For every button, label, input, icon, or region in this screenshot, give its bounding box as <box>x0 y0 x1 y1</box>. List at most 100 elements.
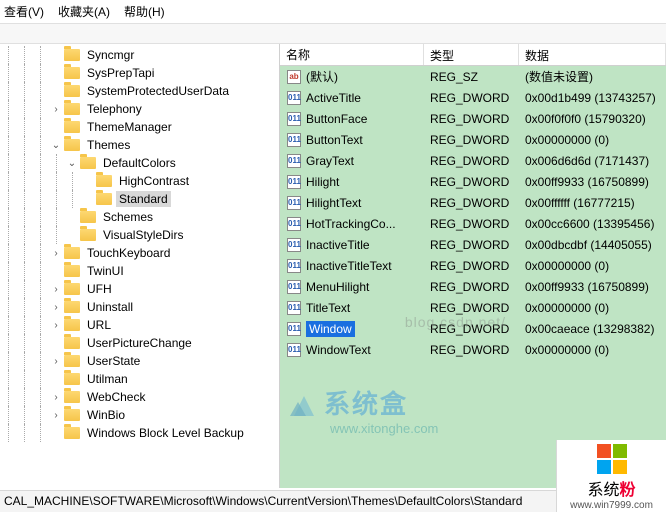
value-row[interactable]: 011HilightTextREG_DWORD0x00ffffff (16777… <box>280 192 666 213</box>
value-row[interactable]: 011ButtonFaceREG_DWORD0x00f0f0f0 (157903… <box>280 108 666 129</box>
tree-item-themes[interactable]: ⌄Themes <box>0 136 279 154</box>
folder-icon <box>64 265 80 277</box>
tree-item-syspreptapi[interactable]: SysPrepTapi <box>0 64 279 82</box>
value-data: (数值未设置) <box>519 68 666 85</box>
value-row[interactable]: 011ButtonTextREG_DWORD0x00000000 (0) <box>280 129 666 150</box>
tree-label: WinBio <box>84 407 128 423</box>
value-row[interactable]: 011ActiveTitleREG_DWORD0x00d1b499 (13743… <box>280 87 666 108</box>
spacer-icon <box>48 335 64 351</box>
chevron-right-icon[interactable]: › <box>48 299 64 315</box>
tree-item-userpicturechange[interactable]: UserPictureChange <box>0 334 279 352</box>
spacer-icon <box>80 173 96 189</box>
value-data: 0x00000000 (0) <box>519 343 666 357</box>
menu-help[interactable]: 帮助(H) <box>124 3 165 20</box>
value-row[interactable]: ab(默认)REG_SZ(数值未设置) <box>280 66 666 87</box>
tree-item-visualstyledirs[interactable]: VisualStyleDirs <box>0 226 279 244</box>
tree-item-uninstall[interactable]: ›Uninstall <box>0 298 279 316</box>
folder-icon <box>64 355 80 367</box>
value-name: ButtonFace <box>306 112 367 126</box>
chevron-down-icon[interactable]: ⌄ <box>64 155 80 171</box>
tree-item-systemprotecteduserdata[interactable]: SystemProtectedUserData <box>0 82 279 100</box>
value-data: 0x00ffffff (16777215) <box>519 196 666 210</box>
string-value-icon: ab <box>286 69 302 85</box>
chevron-right-icon[interactable]: › <box>48 317 64 333</box>
binary-value-icon: 011 <box>286 174 302 190</box>
tree-item-touchkeyboard[interactable]: › TouchKeyboard <box>0 244 279 262</box>
menu-view[interactable]: 查看(V) <box>4 3 44 20</box>
tree-label: TwinUI <box>84 263 127 279</box>
value-row[interactable]: 011HilightREG_DWORD0x00ff9933 (16750899) <box>280 171 666 192</box>
tree-item-defaultcolors[interactable]: ⌄ DefaultColors <box>0 154 279 172</box>
folder-icon <box>64 373 80 385</box>
value-row[interactable]: 011HotTrackingCo...REG_DWORD0x00cc6600 (… <box>280 213 666 234</box>
chevron-right-icon[interactable]: › <box>48 389 64 405</box>
folder-icon <box>64 85 80 97</box>
value-row[interactable]: 011InactiveTitleREG_DWORD0x00dbcdbf (144… <box>280 234 666 255</box>
chevron-down-icon[interactable]: ⌄ <box>48 137 64 153</box>
value-row[interactable]: 011InactiveTitleTextREG_DWORD0x00000000 … <box>280 255 666 276</box>
values-pane[interactable]: 名称 类型 数据 ab(默认)REG_SZ(数值未设置) 011 ActiveTit… <box>280 44 666 488</box>
tree-item-twinui[interactable]: TwinUI <box>0 262 279 280</box>
folder-icon <box>96 193 112 205</box>
value-row[interactable]: 011MenuHilightREG_DWORD0x00ff9933 (16750… <box>280 276 666 297</box>
tree-item-telephony[interactable]: ›Telephony <box>0 100 279 118</box>
tree-label: TouchKeyboard <box>84 245 173 261</box>
tree-item-standard[interactable]: Standard <box>0 190 279 208</box>
value-type: REG_DWORD <box>424 343 519 357</box>
binary-value-icon: 011 <box>286 279 302 295</box>
value-type: REG_DWORD <box>424 196 519 210</box>
tree-item-schemes[interactable]: Schemes <box>0 208 279 226</box>
value-name: ActiveTitle <box>306 91 361 105</box>
value-data: 0x00000000 (0) <box>519 301 666 315</box>
spacer-icon <box>48 83 64 99</box>
folder-icon <box>64 391 80 403</box>
binary-value-icon: 011 <box>286 153 302 169</box>
value-row[interactable]: 011WindowTextREG_DWORD0x00000000 (0) <box>280 339 666 360</box>
tree-label: ThemeManager <box>84 119 175 135</box>
value-name: ButtonText <box>306 133 363 147</box>
col-data[interactable]: 数据 <box>519 44 666 65</box>
value-row[interactable]: 011WindowREG_DWORD0x00caeace (13298382) <box>280 318 666 339</box>
value-row[interactable]: 011GrayTextREG_DWORD0x006d6d6d (7171437) <box>280 150 666 171</box>
value-data: 0x00d1b499 (13743257) <box>519 91 666 105</box>
tree-item-userstate[interactable]: ›UserState <box>0 352 279 370</box>
tree-item-winbio[interactable]: › WinBio <box>0 406 279 424</box>
chevron-right-icon[interactable]: › <box>48 281 64 297</box>
value-name: Hilight <box>306 175 339 189</box>
tree-item-highcontrast[interactable]: HighContrast <box>0 172 279 190</box>
value-row[interactable]: 011TitleTextREG_DWORD0x00000000 (0) <box>280 297 666 318</box>
value-name: InactiveTitleText <box>306 259 392 273</box>
tree-label: DefaultColors <box>100 155 179 171</box>
value-name: HilightText <box>306 196 361 210</box>
folder-icon <box>64 283 80 295</box>
value-data: 0x00cc6600 (13395456) <box>519 217 666 231</box>
tree-item-ufh[interactable]: ›UFH <box>0 280 279 298</box>
folder-icon <box>64 319 80 331</box>
spacer-icon <box>48 65 64 81</box>
toolbar-strip <box>0 24 666 44</box>
tree-item-webcheck[interactable]: › WebCheck <box>0 388 279 406</box>
col-name[interactable]: 名称 <box>280 44 424 65</box>
chevron-right-icon[interactable]: › <box>48 407 64 423</box>
tree-label: Schemes <box>100 209 156 225</box>
value-data: 0x00000000 (0) <box>519 259 666 273</box>
chevron-right-icon[interactable]: › <box>48 353 64 369</box>
tree-item-thememanager[interactable]: ThemeManager <box>0 118 279 136</box>
menu-favorites[interactable]: 收藏夹(A) <box>58 3 110 20</box>
spacer-icon <box>48 425 64 441</box>
spacer-icon <box>48 119 64 135</box>
binary-value-icon: 011 <box>286 90 302 106</box>
tree-label: Standard <box>116 191 171 207</box>
tree-item-windows-block-level-backup[interactable]: Windows Block Level Backup <box>0 424 279 442</box>
tree-item-utilman[interactable]: Utilman <box>0 370 279 388</box>
chevron-right-icon[interactable]: › <box>48 101 64 117</box>
chevron-right-icon[interactable]: › <box>48 245 64 261</box>
tree-pane[interactable]: SyncmgrSysPrepTapiSystemProtectedUserDat… <box>0 44 280 488</box>
tree-label: WebCheck <box>84 389 148 405</box>
tree-item-url[interactable]: ›URL <box>0 316 279 334</box>
value-type: REG_DWORD <box>424 238 519 252</box>
value-name: HotTrackingCo... <box>306 217 396 231</box>
tree-item-syncmgr[interactable]: Syncmgr <box>0 46 279 64</box>
value-type: REG_DWORD <box>424 133 519 147</box>
col-type[interactable]: 类型 <box>424 44 519 65</box>
